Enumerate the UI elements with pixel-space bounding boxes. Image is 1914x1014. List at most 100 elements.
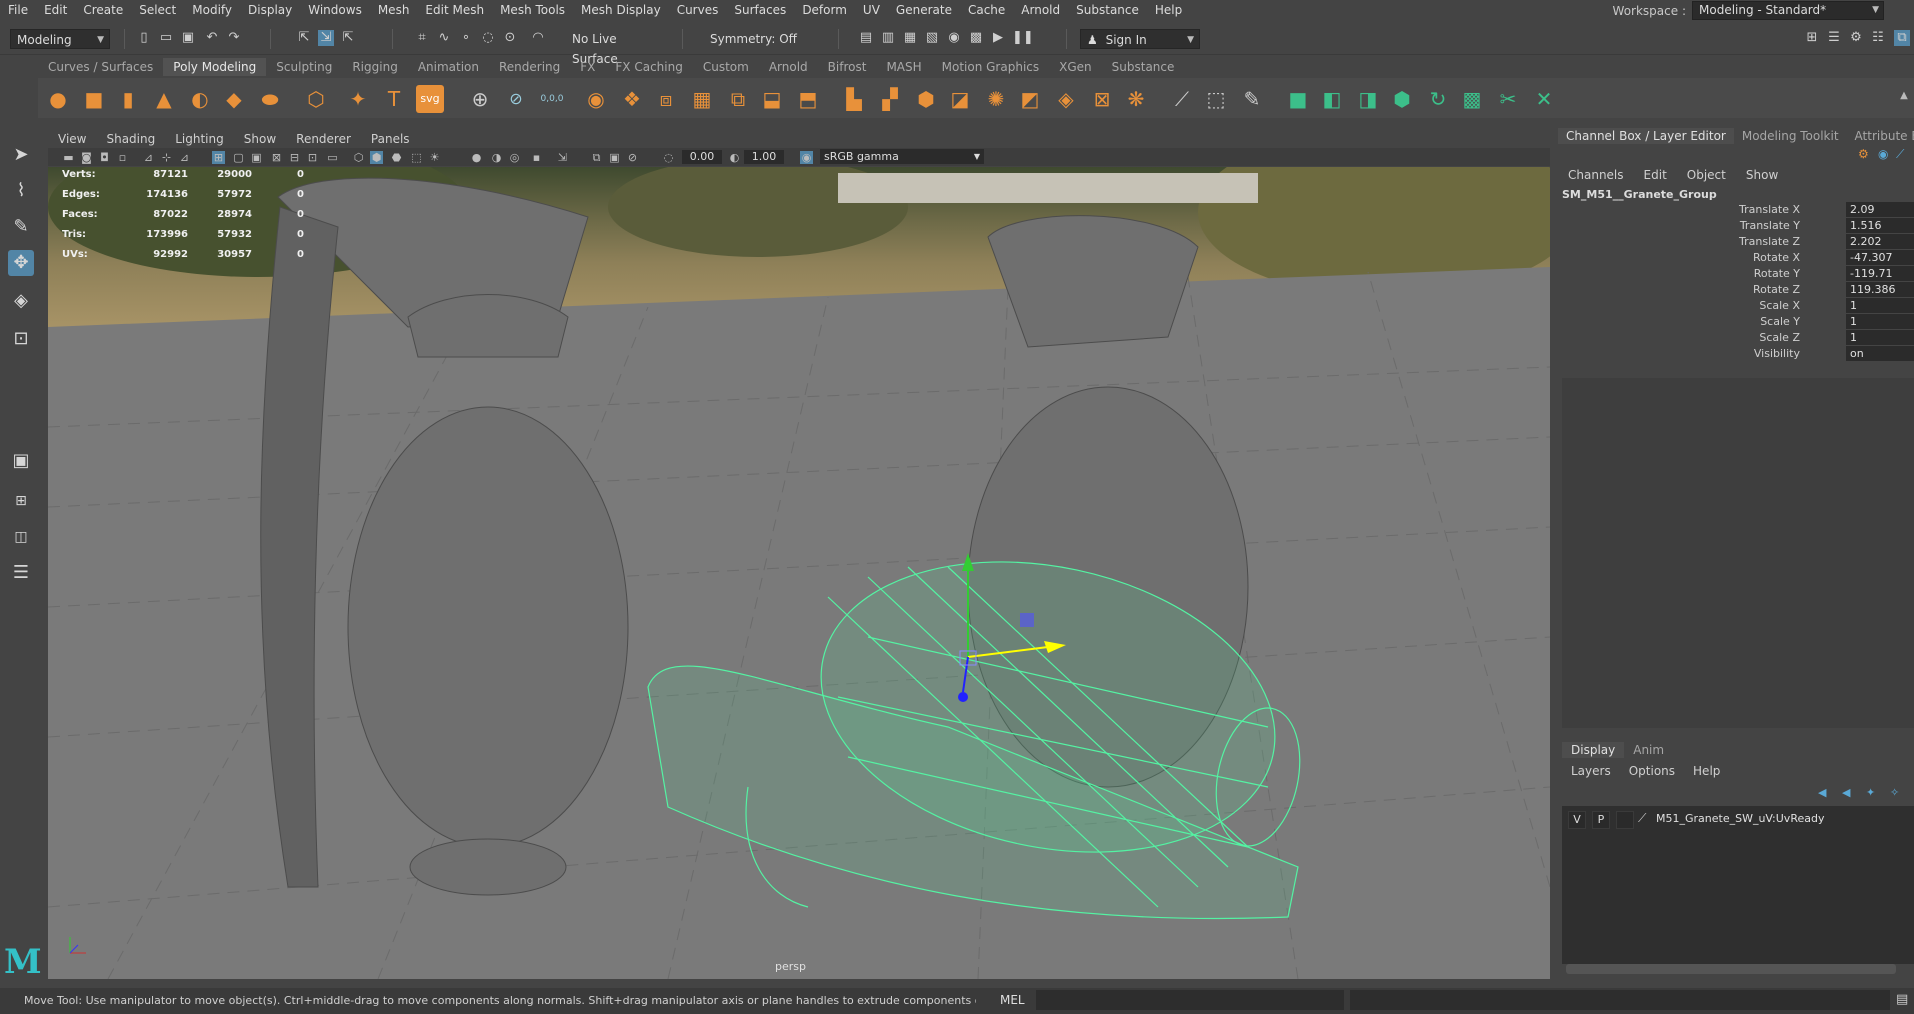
- render-current-icon[interactable]: ▥: [880, 30, 896, 46]
- menu-mesh[interactable]: Mesh: [370, 0, 418, 20]
- attribute-editor-icon[interactable]: ☰: [1826, 30, 1842, 46]
- move-tool-icon[interactable]: ✥: [8, 250, 34, 276]
- isolate-select-icon[interactable]: ⬚: [410, 151, 423, 164]
- separate-icon[interactable]: ❖: [618, 85, 646, 113]
- poly-cube-icon[interactable]: ■: [80, 85, 108, 113]
- move-layer-up-icon[interactable]: ◀: [1818, 786, 1826, 799]
- menu-surfaces[interactable]: Surfaces: [726, 0, 794, 20]
- gamma-icon[interactable]: ◐: [728, 151, 741, 164]
- tab-arnold[interactable]: Arnold: [759, 58, 818, 76]
- menu-display[interactable]: Display: [240, 0, 300, 20]
- layer-name[interactable]: M51_Granete_SW_uV:UvReady: [1656, 811, 1824, 827]
- ambient-occlusion-icon[interactable]: ●: [470, 151, 483, 164]
- two-view-icon[interactable]: ◫: [8, 524, 34, 550]
- workspace-dropdown[interactable]: Modeling - Standard* ▼: [1692, 1, 1884, 20]
- uv-unfold-icon[interactable]: ↻: [1424, 85, 1452, 113]
- attr-scale-x-field[interactable]: 1: [1846, 298, 1914, 313]
- panel-menu-view[interactable]: View: [48, 130, 96, 148]
- tab-display-layers[interactable]: Display: [1562, 742, 1625, 758]
- smooth-icon[interactable]: ▦: [688, 85, 716, 113]
- combine-icon[interactable]: ◉: [582, 85, 610, 113]
- tab-attribute-editor[interactable]: Attribute E: [1847, 128, 1914, 144]
- exposure-field[interactable]: 0.00: [682, 150, 722, 164]
- new-scene-icon[interactable]: ▯: [136, 30, 152, 46]
- xray-icon[interactable]: ⬡: [352, 151, 365, 164]
- grid-icon[interactable]: ⊞: [212, 151, 225, 164]
- select-component-icon[interactable]: ⇱: [340, 30, 356, 46]
- layer-editor-icon[interactable]: ⧉: [1894, 30, 1910, 46]
- svg-tool-icon[interactable]: svg: [416, 85, 444, 113]
- lasso-tool-icon[interactable]: ⌇: [8, 178, 34, 204]
- layer-menu-options[interactable]: Options: [1620, 762, 1684, 780]
- channel-box-pin-icon[interactable]: ⟋: [1896, 147, 1904, 162]
- freeze-transform-icon[interactable]: 0,0,0: [538, 85, 566, 113]
- four-view-icon[interactable]: ⊞: [8, 488, 34, 514]
- wedge-icon[interactable]: ⊠: [1088, 85, 1116, 113]
- bridge-icon[interactable]: ⬢: [912, 85, 940, 113]
- camera-select-icon[interactable]: ▬: [62, 151, 75, 164]
- uv-auto-icon[interactable]: ⬢: [1388, 85, 1416, 113]
- layer-menu-layers[interactable]: Layers: [1562, 762, 1620, 780]
- channel-box-help-icon[interactable]: ◉: [1878, 147, 1888, 161]
- open-scene-icon[interactable]: ▭: [158, 30, 174, 46]
- bevel-icon[interactable]: ▞: [876, 85, 904, 113]
- tool-settings-icon[interactable]: ⚙: [1848, 30, 1864, 46]
- exposure-dial-icon[interactable]: ◌: [662, 151, 675, 164]
- snap-together-icon[interactable]: ◠: [530, 30, 546, 46]
- shadows-icon[interactable]: ▭: [326, 151, 339, 164]
- poly-sphere-icon[interactable]: ●: [44, 85, 72, 113]
- menu-cache[interactable]: Cache: [960, 0, 1013, 20]
- target-weld-icon[interactable]: ⬚: [1202, 85, 1230, 113]
- menu-arnold[interactable]: Arnold: [1013, 0, 1068, 20]
- overscan-icon[interactable]: ▣: [608, 151, 621, 164]
- channel-box-menu-object[interactable]: Object: [1677, 166, 1736, 184]
- exposure-icon[interactable]: ☀: [428, 151, 441, 164]
- menu-help[interactable]: Help: [1147, 0, 1190, 20]
- arnold-render-icon[interactable]: ▩: [968, 30, 984, 46]
- multi-cut-icon[interactable]: ⟋: [1168, 85, 1196, 113]
- menu-curves[interactable]: Curves: [669, 0, 727, 20]
- merge-icon[interactable]: ✺: [982, 85, 1010, 113]
- menu-mesh-tools[interactable]: Mesh Tools: [492, 0, 573, 20]
- menu-deform[interactable]: Deform: [794, 0, 855, 20]
- menu-file[interactable]: File: [0, 0, 36, 20]
- anti-aliasing-icon[interactable]: ◎: [508, 151, 521, 164]
- xray-components-icon[interactable]: ⬣: [390, 151, 403, 164]
- channel-box-menu-edit[interactable]: Edit: [1634, 166, 1677, 184]
- mirror-icon[interactable]: ⧉: [724, 85, 752, 113]
- wireframe-icon[interactable]: ▢: [232, 151, 245, 164]
- menu-create[interactable]: Create: [75, 0, 131, 20]
- render-view-icon[interactable]: ▤: [858, 30, 874, 46]
- attr-rotate-x-field[interactable]: -47.307: [1846, 250, 1914, 265]
- quad-draw-icon[interactable]: ✎: [1238, 85, 1266, 113]
- scale-tool-icon[interactable]: ⊡: [8, 326, 34, 352]
- layer-color-icon[interactable]: ⟋: [1638, 811, 1646, 826]
- attr-rotate-z-field[interactable]: 119.386: [1846, 282, 1914, 297]
- layer-menu-help[interactable]: Help: [1684, 762, 1729, 780]
- film-gate-icon[interactable]: ⊹: [160, 151, 173, 164]
- menu-uv[interactable]: UV: [855, 0, 888, 20]
- wireframe-on-shaded-icon[interactable]: ⊠: [270, 151, 283, 164]
- xray-joints-icon[interactable]: ⬢: [370, 151, 383, 164]
- redo-icon[interactable]: ↷: [226, 30, 242, 46]
- lock-camera-icon[interactable]: ⊿: [142, 151, 155, 164]
- channel-box-menu-show[interactable]: Show: [1736, 166, 1788, 184]
- layer-playback-toggle[interactable]: P: [1592, 811, 1610, 829]
- tab-animation[interactable]: Animation: [408, 58, 489, 76]
- select-tool-icon[interactable]: ➤: [8, 142, 34, 168]
- command-language-label[interactable]: MEL: [1000, 993, 1025, 1007]
- depth-of-field-icon[interactable]: ▪: [530, 151, 543, 164]
- tab-mash[interactable]: MASH: [876, 58, 931, 76]
- layer-scrollbar[interactable]: [1566, 964, 1896, 974]
- tab-modeling-toolkit[interactable]: Modeling Toolkit: [1734, 128, 1847, 144]
- tab-custom[interactable]: Custom: [693, 58, 759, 76]
- menu-windows[interactable]: Windows: [300, 0, 370, 20]
- shelf-scroll-icon[interactable]: ▲: [1890, 82, 1914, 110]
- tab-bifrost[interactable]: Bifrost: [818, 58, 877, 76]
- menu-modify[interactable]: Modify: [184, 0, 240, 20]
- hud-toggle-icon[interactable]: ⧉: [590, 151, 603, 164]
- menuset-dropdown[interactable]: Modeling ▼: [10, 29, 110, 49]
- script-editor-icon[interactable]: ▤: [1896, 992, 1908, 1007]
- tab-motion-graphics[interactable]: Motion Graphics: [932, 58, 1050, 76]
- uv-planar-icon[interactable]: ■: [1284, 85, 1312, 113]
